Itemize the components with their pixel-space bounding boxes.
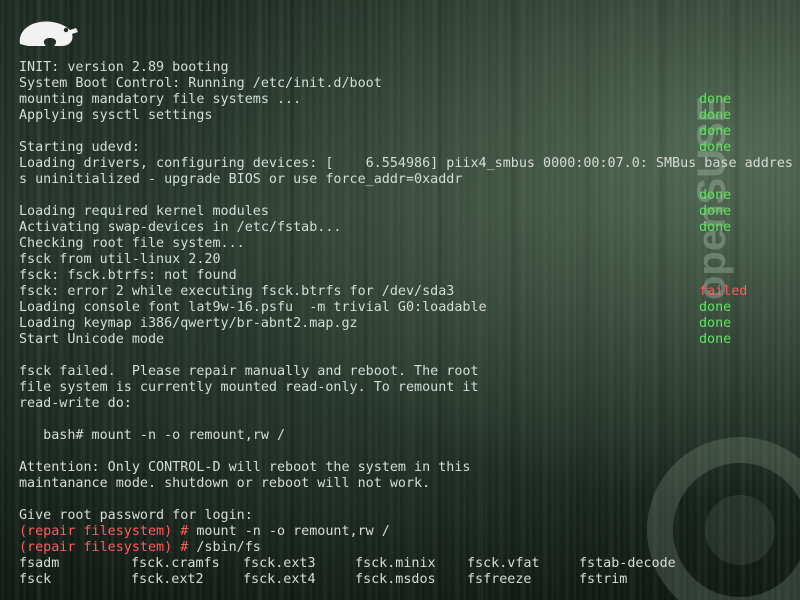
console-line: fsck failed. Please repair manually and … (19, 364, 799, 380)
console-line: System Boot Control: Running /etc/init.d… (19, 76, 799, 92)
console-line: mounting mandatory file systems ... done (19, 92, 799, 108)
console-line: Checking root file system... (19, 236, 799, 252)
completion-item: fstab-decode (579, 556, 676, 571)
console-line: Starting udevd: done (19, 140, 799, 156)
completion-item: fstrim (579, 572, 628, 587)
console-line-text: System Boot Control: Running /etc/init.d… (19, 76, 382, 91)
console-line: done (19, 124, 799, 140)
status-done: done (699, 140, 732, 155)
console-line-text: Loading console font lat9w-16.psfu -m tr… (19, 300, 487, 315)
status-done: done (699, 92, 732, 107)
console-line-text: Attention: Only CONTROL-D will reboot th… (19, 460, 471, 475)
console-line: fsck from util-linux 2.20 (19, 252, 799, 268)
console-line: read-write do: (19, 396, 799, 412)
completion-item: fsck.msdos (355, 572, 436, 587)
console-line: s uninitialized - upgrade BIOS or use fo… (19, 172, 799, 188)
status-done: done (699, 204, 732, 219)
console-line-text: mounting mandatory file systems ... (19, 92, 302, 107)
console-line: file system is currently mounted read-on… (19, 380, 799, 396)
console-line-text: fsck: error 2 while executing fsck.btrfs… (19, 284, 455, 299)
shell-prompt: (repair filesystem) # (19, 540, 189, 555)
console-line: Attention: Only CONTROL-D will reboot th… (19, 460, 799, 476)
completion-item: fsck.minix (355, 556, 436, 571)
console-line-text: INIT: version 2.89 booting (19, 60, 229, 75)
console-line-text: fsck: fsck.btrfs: not found (19, 268, 237, 283)
completion-item: fsck.ext4 (243, 572, 316, 587)
completion-item: fsfreeze (467, 572, 532, 587)
console-line-text: s uninitialized - upgrade BIOS or use fo… (19, 172, 463, 187)
status-done: done (699, 220, 732, 235)
console-line: Loading drivers, configuring devices: [ … (19, 156, 799, 172)
console-line: INIT: version 2.89 booting (19, 60, 799, 76)
console-line-text: Activating swap-devices in /etc/fstab... (19, 220, 342, 235)
shell-prompt: (repair filesystem) # (19, 524, 189, 539)
console-line-text: bash# mount -n -o remount,rw / (19, 428, 286, 443)
console-line: Activating swap-devices in /etc/fstab...… (19, 220, 799, 236)
console-line: Applying sysctl settings done (19, 108, 799, 124)
console-line-text: Loading keymap i386/qwerty/br-abnt2.map.… (19, 316, 358, 331)
console-line: Loading keymap i386/qwerty/br-abnt2.map.… (19, 316, 799, 332)
console-line: Loading console font lat9w-16.psfu -m tr… (19, 300, 799, 316)
status-done: done (699, 124, 732, 139)
console-line-text: fsck failed. Please repair manually and … (19, 364, 479, 379)
console-line: Start Unicode mode done (19, 332, 799, 348)
completion-row: fsck fsck.ext2 fsck.ext4 fsck.msdos fsfreeze… (19, 572, 799, 588)
status-done: done (699, 108, 732, 123)
console-line: bash# mount -n -o remount,rw / (19, 428, 799, 444)
console-line-text: maintanance mode. shutdown or reboot wil… (19, 476, 431, 491)
console-line-text: Starting udevd: (19, 140, 140, 155)
status-done: done (699, 316, 732, 331)
console-line: maintanance mode. shutdown or reboot wil… (19, 476, 799, 492)
opensuse-chameleon-logo-icon (19, 21, 78, 46)
completion-item: fsadm (19, 556, 60, 571)
status-done: done (699, 300, 732, 315)
shell-prompt-line[interactable]: (repair filesystem) # /sbin/fs (19, 540, 799, 556)
console-line-text: Loading drivers, configuring devices: [ … (19, 156, 793, 171)
console-line: Loading required kernel modules done (19, 204, 799, 220)
console-line-text: Applying sysctl settings (19, 108, 213, 123)
console-line-text: Checking root file system... (19, 236, 245, 251)
completion-item: fsck.vfat (467, 556, 540, 571)
console-line-text: Give root password for login: (19, 508, 253, 523)
console-line-text: fsck from util-linux 2.20 (19, 252, 221, 267)
console-line: done (19, 188, 799, 204)
console-line-text: Loading required kernel modules (19, 204, 269, 219)
console-line-text: file system is currently mounted read-on… (19, 380, 479, 395)
console-line: fsck: fsck.btrfs: not found (19, 268, 799, 284)
shell-command: mount -n -o remount,rw / (188, 524, 390, 539)
boot-console: INIT: version 2.89 booting System Boot Co… (19, 60, 799, 588)
completion-row: fsadm fsck.cramfs fsck.ext3 fsck.minix fsck.… (19, 556, 799, 572)
completion-item: fsck.ext3 (243, 556, 316, 571)
completion-item: fsck (19, 572, 52, 587)
shell-command: /sbin/fs (188, 540, 261, 555)
console-line-text: read-write do: (19, 396, 132, 411)
completion-item: fsck.cramfs (131, 556, 220, 571)
shell-prompt-line: (repair filesystem) # mount -n -o remoun… (19, 524, 799, 540)
status-done: done (699, 188, 732, 203)
status-failed: failed (699, 284, 748, 299)
status-done: done (699, 332, 732, 347)
console-line: fsck: error 2 while executing fsck.btrfs… (19, 284, 799, 300)
completion-item: fsck.ext2 (131, 572, 204, 587)
console-line: Give root password for login: (19, 508, 799, 524)
console-line-text: Start Unicode mode (19, 332, 165, 347)
